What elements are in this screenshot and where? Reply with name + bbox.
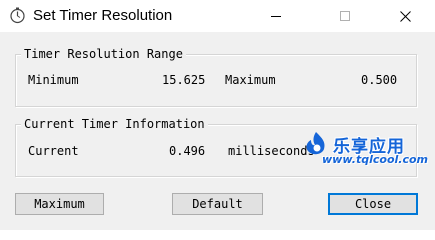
current-label: Current [28,144,79,158]
minimum-label: Minimum [28,73,79,87]
minimize-icon [271,16,281,17]
current-timer-information-label: Current Timer Information [21,117,208,131]
watermark: 乐享应用 www.tqlcool.com [300,130,430,170]
maximum-button[interactable]: Maximum [15,193,104,215]
timer-resolution-range-label: Timer Resolution Range [21,47,186,61]
minimize-button[interactable] [253,0,299,32]
maximize-window-button[interactable] [322,0,368,32]
minimum-value: 15.625 [162,73,206,87]
maximum-value: 0.500 [361,73,398,87]
current-value: 0.496 [169,144,206,158]
set-timer-resolution-window: Set Timer Resolution Timer Resolution Ra… [0,0,435,230]
window-title: Set Timer Resolution [33,7,173,24]
maximize-icon [340,11,350,21]
watermark-url: www.tqlcool.com [322,153,428,166]
close-icon [399,10,411,22]
close-window-button[interactable] [382,0,428,32]
stopwatch-icon [9,7,26,24]
default-button[interactable]: Default [172,193,263,215]
close-button[interactable]: Close [328,193,418,215]
title-bar[interactable]: Set Timer Resolution [0,0,435,32]
maximum-label: Maximum [225,73,276,87]
